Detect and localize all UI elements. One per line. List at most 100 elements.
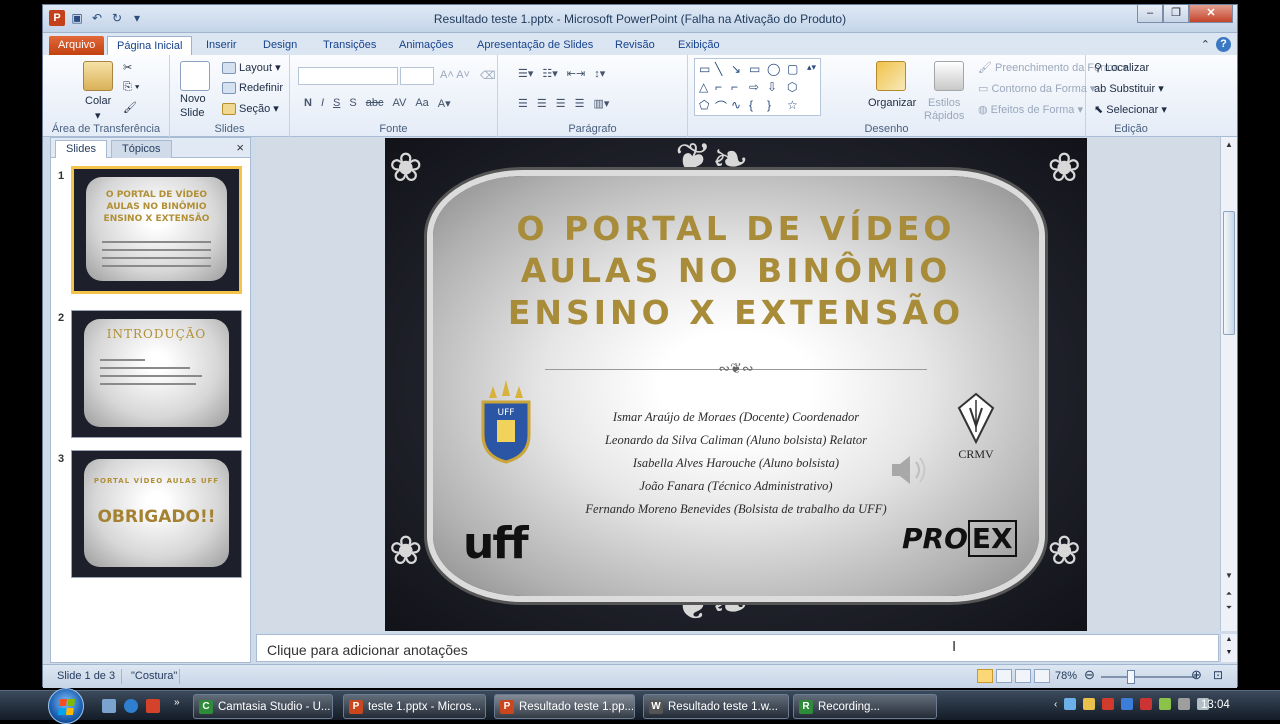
tab-file[interactable]: Arquivo xyxy=(49,36,105,55)
close-button[interactable]: ✕ xyxy=(1189,5,1233,23)
copy-icon[interactable]: ⎘ ▾ xyxy=(123,81,139,94)
zoom-level[interactable]: 78% xyxy=(1055,670,1077,682)
notes-scrollbar[interactable]: ▲ ▼ xyxy=(1220,634,1237,662)
paste-dropdown-icon[interactable]: ▾ xyxy=(95,109,101,122)
taskbar-clock[interactable]: 13:04 xyxy=(1201,699,1230,711)
slide-thumbnail-2[interactable]: INTRODUÇÃO xyxy=(71,310,242,438)
tab-home[interactable]: Página Inicial xyxy=(107,36,193,55)
find-button[interactable]: ⚲ Localizar xyxy=(1094,61,1149,74)
indent-icon[interactable]: ⇤⇥ xyxy=(567,67,585,80)
next-slide-icon[interactable]: ⏷ xyxy=(1221,603,1237,613)
shape-connector-icon[interactable]: ⌐ xyxy=(715,80,722,94)
more-quicklaunch-icon[interactable]: » xyxy=(174,697,180,708)
tray-security-icon[interactable] xyxy=(1102,698,1115,710)
shape-curve-icon[interactable]: ⌒ xyxy=(715,98,727,115)
numbering-icon[interactable]: ☷▾ xyxy=(542,67,557,80)
previous-slide-icon[interactable]: ⏶ xyxy=(1221,589,1237,599)
clear-format-icon[interactable]: ⌫ xyxy=(480,69,496,82)
notes-placeholder[interactable]: Clique para adicionar anotações xyxy=(267,642,468,658)
char-spacing-button[interactable]: AV xyxy=(392,97,406,110)
ribbon-minimize-icon[interactable]: ⌃ xyxy=(1201,38,1210,51)
slide-thumbnail-1[interactable]: O PORTAL DE VÍDEO AULAS NO BINÔMIO ENSIN… xyxy=(71,166,242,294)
shape-arrow-icon[interactable]: ↘ xyxy=(731,62,741,76)
shape-brace-icon[interactable]: { xyxy=(749,98,753,112)
new-slide-label-2[interactable]: Slide xyxy=(180,107,204,119)
scrollbar-thumb[interactable] xyxy=(1223,211,1235,335)
format-painter-icon[interactable]: 🖌 xyxy=(123,101,137,114)
tab-design[interactable]: Design xyxy=(254,36,306,55)
restore-button[interactable]: ❐ xyxy=(1163,5,1189,23)
layout-button[interactable]: Layout ▾ xyxy=(222,61,281,75)
fit-to-window-icon[interactable]: ⊡ xyxy=(1213,668,1223,682)
tab-view[interactable]: Exibição xyxy=(669,36,729,55)
shapes-gallery[interactable]: ▭ ╲ ↘ ▭ ◯ ▢ △ ⌐ ⌐ ⇨ ⇩ ⬡ ⬠ ⌒ ∿ { } ☆ ▴▾ xyxy=(694,58,821,116)
justify-icon[interactable]: ☰ xyxy=(575,97,585,110)
replace-button[interactable]: ab Substituir ▾ xyxy=(1094,82,1164,95)
tab-animations[interactable]: Animações xyxy=(390,36,462,55)
slide-sorter-icon[interactable] xyxy=(996,669,1012,683)
show-desktop-icon[interactable] xyxy=(102,699,116,713)
tray-network-icon[interactable] xyxy=(1064,698,1077,710)
tray-expand-icon[interactable]: ‹ xyxy=(1054,699,1057,710)
italic-button[interactable]: I xyxy=(321,97,324,110)
taskbar-item-resultado-wmv[interactable]: W Resultado teste 1.w... xyxy=(643,694,789,719)
reset-button[interactable]: Redefinir xyxy=(222,82,283,95)
taskbar-item-teste-pptx[interactable]: Pteste 1.pptx - Micros... xyxy=(343,694,486,719)
taskbar-item-recording[interactable]: R Recording... xyxy=(793,694,937,719)
shape-rounded-rect-icon[interactable]: ▢ xyxy=(787,62,798,76)
shape-hexagon-icon[interactable]: ⬠ xyxy=(699,98,709,112)
change-case-button[interactable]: Aa xyxy=(415,97,428,110)
shape-freeform-icon[interactable]: ∿ xyxy=(731,98,741,112)
shape-elbow-icon[interactable]: ⌐ xyxy=(731,80,738,94)
scroll-up-icon[interactable]: ▲ xyxy=(1221,140,1237,149)
tab-slideshow[interactable]: Apresentação de Slides xyxy=(468,36,602,55)
line-spacing-icon[interactable]: ↕▾ xyxy=(594,67,605,80)
font-name-combo[interactable] xyxy=(298,67,398,85)
theme-name[interactable]: "Costura" xyxy=(131,670,177,682)
taskbar-item-camtasia[interactable]: C Camtasia Studio - U... xyxy=(193,694,333,719)
reading-view-icon[interactable] xyxy=(1015,669,1031,683)
notes-scroll-up-icon[interactable]: ▲ xyxy=(1221,636,1237,643)
normal-view-icon[interactable] xyxy=(977,669,993,683)
scroll-down-icon[interactable]: ▼ xyxy=(1221,571,1237,580)
panel-close-icon[interactable]: × xyxy=(236,140,244,155)
shape-textbox-icon[interactable]: ▭ xyxy=(699,62,710,76)
shadow-button[interactable]: S xyxy=(349,97,356,110)
arrange-button[interactable]: Organizar xyxy=(868,97,916,109)
align-left-icon[interactable]: ☰ xyxy=(518,97,528,110)
slide-thumbnail-3[interactable]: PORTAL VÍDEO AULAS UFF OBRIGADO!! xyxy=(71,450,242,578)
current-slide[interactable]: ❦❧ ❦❧ ❀ ❀ ❀ ❀ O PORTAL DE VÍDEO AULAS NO… xyxy=(385,138,1087,631)
zoom-in-icon[interactable]: ⊕ xyxy=(1191,667,1202,683)
shape-line-icon[interactable]: ╲ xyxy=(715,62,722,76)
grow-font-icon[interactable]: A˄ A˅ xyxy=(440,69,470,81)
zoom-slider-track[interactable] xyxy=(1101,676,1197,678)
notes-pane[interactable]: Clique para adicionar anotações I xyxy=(256,634,1219,662)
slideshow-view-icon[interactable] xyxy=(1034,669,1050,683)
tray-wifi-icon[interactable] xyxy=(1159,698,1172,710)
gallery-scroll-icon[interactable]: ▴▾ xyxy=(807,62,816,73)
tab-insert[interactable]: Inserir xyxy=(197,36,246,55)
notes-scroll-down-icon[interactable]: ▼ xyxy=(1221,649,1237,656)
slide-vertical-scrollbar[interactable]: ▲ ▼ ⏶ ⏷ xyxy=(1220,137,1237,631)
section-button[interactable]: Seção ▾ xyxy=(222,102,279,116)
author-list[interactable]: Ismar Araújo de Moraes (Docente) Coorden… xyxy=(535,406,937,521)
shape-outline-button[interactable]: ▭ Contorno da Forma ▾ xyxy=(978,82,1095,95)
tab-transitions[interactable]: Transições xyxy=(314,36,385,55)
bullets-icon[interactable]: ☰▾ xyxy=(518,67,533,80)
zoom-slider-knob[interactable] xyxy=(1127,670,1135,684)
cut-icon[interactable]: ✂ xyxy=(123,61,132,74)
font-size-combo[interactable] xyxy=(400,67,434,85)
taskbar-item-resultado-pptx[interactable]: P Resultado teste 1.pp... xyxy=(494,694,635,719)
tray-close-icon[interactable] xyxy=(1140,698,1153,710)
quick-styles-label-2[interactable]: Rápidos xyxy=(924,110,964,122)
shape-effects-button[interactable]: ◍ Efeitos de Forma ▾ xyxy=(978,103,1083,116)
help-icon[interactable]: ? xyxy=(1216,37,1231,52)
shape-down-arrow-icon[interactable]: ⇩ xyxy=(767,80,777,94)
paste-button[interactable]: Colar xyxy=(85,95,111,107)
align-center-icon[interactable]: ☰ xyxy=(537,97,547,110)
quick-styles-label-1[interactable]: Estilos xyxy=(928,97,960,109)
tab-outline-panel[interactable]: Tópicos xyxy=(111,140,172,158)
align-right-icon[interactable]: ☰ xyxy=(556,97,566,110)
underline-button[interactable]: S xyxy=(333,97,340,110)
shape-star-icon[interactable]: ☆ xyxy=(787,98,798,112)
